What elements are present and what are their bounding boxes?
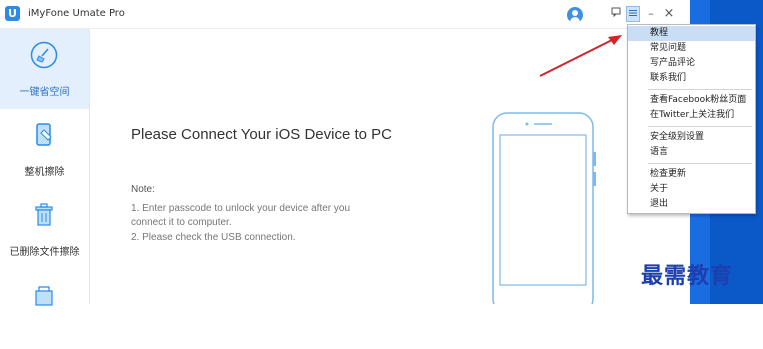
note-line: 1. Enter passcode to unlock your device … xyxy=(131,203,351,214)
menu-item-exit[interactable]: 退出 xyxy=(628,197,755,212)
trash-icon xyxy=(35,203,53,226)
title-bar: U iMyFone Umate Pro – × xyxy=(0,0,690,29)
main-menu-dropdown: 教程 常见问题 写产品评论 联系我们 查看Facebook粉丝页面 在Twitt… xyxy=(627,24,756,214)
close-button[interactable]: × xyxy=(662,6,676,22)
feedback-icon[interactable] xyxy=(609,6,623,22)
note-line: connect it to computer. xyxy=(131,217,232,228)
sidebar-item-free-up-space[interactable]: 一键省空间 xyxy=(0,29,89,109)
sidebar: 一键省空间 整机擦除 已删除文件擦除 xyxy=(0,29,89,306)
sidebar-item-erase-all[interactable]: 整机擦除 xyxy=(0,109,89,189)
menu-item-write-review[interactable]: 写产品评论 xyxy=(628,56,755,71)
sidebar-item-erase-deleted[interactable]: 已删除文件擦除 xyxy=(0,189,89,269)
menu-item-security-level[interactable]: 安全级别设置 xyxy=(628,130,755,145)
privacy-icon xyxy=(35,286,53,306)
menu-item-about[interactable]: 关于 xyxy=(628,182,755,197)
note-line: 2. Please check the USB connection. xyxy=(131,232,296,243)
broom-icon xyxy=(30,41,58,69)
menu-item-twitter[interactable]: 在Twitter上关注我们 xyxy=(628,108,755,123)
menu-separator xyxy=(648,163,752,164)
app-title: iMyFone Umate Pro xyxy=(28,8,125,19)
sidebar-item-label: 整机擦除 xyxy=(24,167,65,178)
watermark: 最需教育 xyxy=(641,263,734,289)
note-heading: Note: xyxy=(131,184,155,195)
sidebar-item-label: 已删除文件擦除 xyxy=(9,247,80,258)
minimize-button[interactable]: – xyxy=(644,6,658,22)
page-title: Please Connect Your iOS Device to PC xyxy=(131,126,392,143)
menu-item-tutorial[interactable]: 教程 xyxy=(628,26,755,41)
app-logo: U xyxy=(5,6,20,21)
menu-icon[interactable] xyxy=(626,6,640,22)
sidebar-item-label: 一键省空间 xyxy=(19,87,70,98)
account-avatar-icon[interactable] xyxy=(567,7,583,23)
sidebar-divider xyxy=(89,29,90,304)
annotation-arrow-icon xyxy=(539,35,622,77)
menu-item-check-update[interactable]: 检查更新 xyxy=(628,167,755,182)
sidebar-item-privacy[interactable] xyxy=(0,269,89,349)
menu-separator xyxy=(648,126,752,127)
phone-erase-icon xyxy=(36,123,52,146)
menu-item-contact-us[interactable]: 联系我们 xyxy=(628,71,755,86)
menu-item-language[interactable]: 语言 xyxy=(628,145,755,160)
menu-separator xyxy=(648,89,752,90)
iphone-illustration xyxy=(492,112,596,304)
menu-item-faq[interactable]: 常见问题 xyxy=(628,41,755,56)
menu-item-facebook[interactable]: 查看Facebook粉丝页面 xyxy=(628,93,755,108)
